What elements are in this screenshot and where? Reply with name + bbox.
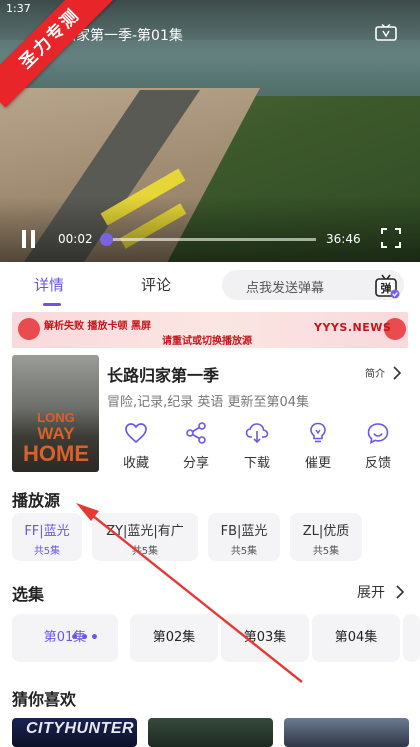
show-poster[interactable]: LONG WAY HOME (12, 355, 99, 472)
pause-icon (31, 230, 35, 248)
current-time: 00:02 (58, 232, 93, 246)
episodes-title: 选集 (12, 585, 45, 604)
lightbulb-icon (310, 422, 326, 443)
tab-details[interactable]: 详情 (34, 274, 64, 295)
banner-line1: 解析失败 播放卡顿 黑屏 (44, 321, 151, 332)
intro-link[interactable]: 简介 (365, 365, 402, 380)
show-title: 长路归家第一季 (107, 366, 220, 385)
poster-title-line: LONG (37, 410, 75, 425)
recommend-thumbnail[interactable]: CITYHUNTER (12, 718, 137, 747)
danmu-icon-text: 弹 (381, 281, 392, 295)
source-count: 共5集 (131, 546, 159, 557)
episode-label: 第03集 (243, 630, 287, 645)
source-item[interactable]: ZL|优质 共5集 (290, 513, 362, 561)
tab-active-indicator (43, 303, 61, 306)
cast-tv-icon[interactable] (375, 24, 397, 42)
download-button[interactable]: 下载 (226, 420, 288, 472)
recommend-thumb-title: CITYHUNTER (26, 720, 135, 737)
intro-label: 简介 (365, 369, 385, 380)
chevron-right-icon (396, 585, 405, 599)
urge-update-button[interactable]: 催更 (287, 420, 349, 472)
source-count: 共5集 (230, 546, 258, 557)
chevron-right-icon (393, 366, 402, 380)
action-label: 收藏 (122, 456, 149, 471)
source-name: ZY|蓝光|有广 (106, 524, 184, 539)
pause-button[interactable] (20, 230, 38, 248)
player-controls: 00:02 36:46 (0, 224, 420, 254)
episode-label: 第02集 (152, 630, 196, 645)
action-bar: 收藏 分享 下载 催更 反馈 (100, 420, 410, 472)
source-name: FF|蓝光 (24, 524, 70, 539)
show-meta: 冒险,记录,纪录 英语 更新至第04集 (107, 395, 310, 410)
source-count: 共5集 (33, 546, 61, 557)
total-time: 36:46 (326, 232, 361, 246)
source-item[interactable]: FF|蓝光 共5集 (12, 513, 82, 561)
banner-brand: YYYS.NEWS (314, 321, 392, 334)
danmu-input[interactable]: 点我发送弹幕 弹 (222, 270, 404, 300)
source-count: 共5集 (312, 546, 340, 557)
heart-icon (125, 423, 147, 444)
pause-icon (22, 230, 26, 248)
seek-bar[interactable] (100, 233, 316, 246)
source-name: FB|蓝光 (220, 524, 268, 539)
danmu-placeholder: 点我发送弹幕 (246, 281, 325, 296)
action-label: 下载 (243, 456, 270, 471)
detail-tabs: 详情 评论 点我发送弹幕 弹 (0, 262, 420, 308)
status-time: 1:37 (6, 2, 31, 15)
recommend-thumbnail[interactable] (284, 718, 409, 747)
danmu-toggle-icon[interactable]: 弹 (374, 273, 400, 299)
playing-indicator-icon: ••• (70, 630, 100, 646)
app-screen: 1:37 归家第一季-第01集 00:02 36:46 圣力专测 详情 评论 点… (0, 0, 420, 747)
source-item[interactable]: ZY|蓝光|有广 共5集 (92, 513, 198, 561)
favorite-button[interactable]: 收藏 (105, 420, 167, 472)
poster-title-line: WAY (37, 424, 75, 443)
banner-line2: 请重试或切换播放源 (162, 336, 252, 347)
episode-item[interactable]: 第03集 (221, 614, 309, 662)
action-label: 分享 (182, 456, 209, 471)
sources-title: 播放源 (12, 491, 61, 510)
episode-label: 第04集 (334, 630, 378, 645)
recommend-thumbnail[interactable] (148, 718, 273, 747)
download-icon (245, 423, 269, 444)
share-icon (186, 422, 206, 444)
poster-title-line: HOME (23, 441, 89, 466)
seek-bar-thumb[interactable] (100, 233, 114, 246)
source-name: ZL|优质 (302, 524, 350, 539)
episode-item[interactable]: 第01集 ••• (12, 614, 118, 662)
banner-decoration (18, 318, 40, 340)
source-tip-banner[interactable]: 解析失败 播放卡顿 黑屏 请重试或切换播放源 YYYS.NEWS (12, 312, 408, 348)
share-button[interactable]: 分享 (165, 420, 227, 472)
episode-item-partial[interactable] (403, 614, 420, 662)
feedback-icon (367, 423, 389, 444)
source-item[interactable]: FB|蓝光 共5集 (208, 513, 280, 561)
episode-item[interactable]: 第04集 (312, 614, 400, 662)
recommend-title: 猜你喜欢 (12, 690, 77, 709)
action-label: 反馈 (364, 456, 391, 471)
tab-comments[interactable]: 评论 (141, 274, 171, 295)
expand-episodes-button[interactable]: 展开 (357, 582, 405, 602)
feedback-button[interactable]: 反馈 (347, 420, 409, 472)
episode-item[interactable]: 第02集 (130, 614, 218, 662)
fullscreen-icon[interactable] (381, 228, 401, 248)
action-label: 催更 (304, 456, 331, 471)
expand-label: 展开 (357, 585, 385, 601)
